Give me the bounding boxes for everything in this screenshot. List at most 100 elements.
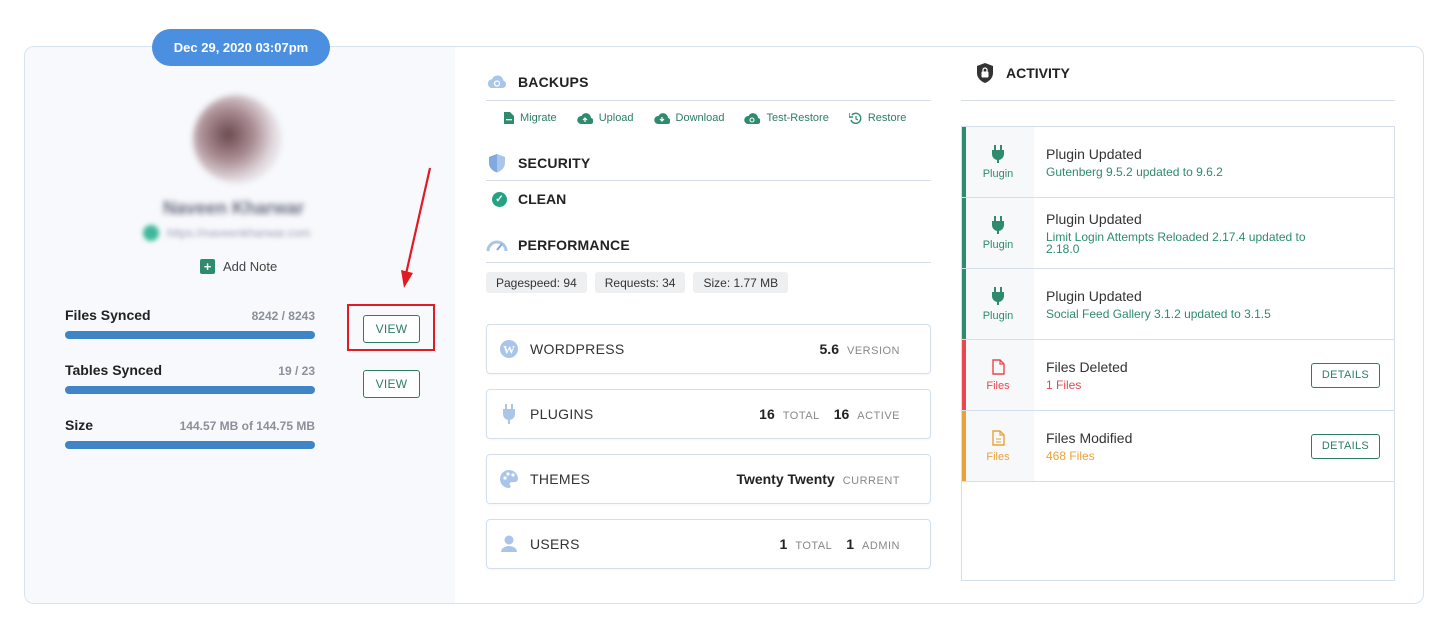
activity-title-text: Plugin Updated xyxy=(1046,211,1142,227)
size-chip: Size: 1.77 MB xyxy=(693,272,789,293)
size-bar xyxy=(65,441,315,449)
restore-button[interactable]: Restore xyxy=(848,112,907,124)
profile-name: Naveen Kharwar xyxy=(163,198,305,218)
activity-body: Plugin Updated Gutenberg 9.5.2 updated t… xyxy=(1046,146,1394,178)
activity-type-label: Files xyxy=(986,379,1010,392)
security-status: ✓ CLEAN xyxy=(492,191,566,207)
activity-title-text: Files Deleted xyxy=(1046,359,1128,375)
activity-type-label: Files xyxy=(986,450,1010,463)
activity-body: Plugin Updated Limit Login Attempts Relo… xyxy=(1046,211,1394,255)
activity-type-label: Plugin xyxy=(982,238,1014,251)
activity-item[interactable]: Plugin Plugin Updated Limit Login Attemp… xyxy=(962,198,1394,269)
activity-detail: 468 Files xyxy=(1046,449,1095,463)
cloud-sync-icon xyxy=(487,75,507,88)
view-tables-button[interactable]: VIEW xyxy=(363,370,420,398)
shield-icon xyxy=(489,154,505,173)
files-synced-stat: Files Synced 8242 / 8243 xyxy=(65,307,315,339)
download-label: Download xyxy=(675,112,725,124)
wordpress-row[interactable]: W WORDPRESS 5.6 VERSION xyxy=(486,324,931,374)
activity-stripe xyxy=(962,198,966,268)
activity-item[interactable]: Files Files Deleted 1 Files DETAILS xyxy=(962,340,1394,411)
plug-icon xyxy=(992,215,1004,234)
tables-synced-bar xyxy=(65,386,315,394)
plugins-total-label: TOTAL xyxy=(782,410,820,422)
activity-detail: Limit Login Attempts Reloaded 2.17.4 upd… xyxy=(1046,230,1306,256)
theme-current-label: CURRENT xyxy=(842,475,900,487)
upload-button[interactable]: Upload xyxy=(576,112,634,124)
email-icon xyxy=(143,225,159,241)
activity-item[interactable]: Files Files Modified 468 Files DETAILS xyxy=(962,411,1394,482)
activity-type-label: Plugin xyxy=(982,167,1014,180)
avatar xyxy=(193,95,281,183)
activity-item[interactable]: Plugin Plugin Updated Social Feed Galler… xyxy=(962,269,1394,340)
activity-divider xyxy=(961,100,1395,101)
details-button[interactable]: DETAILS xyxy=(1311,433,1380,459)
security-divider xyxy=(486,180,931,181)
users-row[interactable]: USERS 1 TOTAL 1 ADMIN xyxy=(486,519,931,569)
security-status-text: CLEAN xyxy=(518,191,567,207)
download-button[interactable]: Download xyxy=(653,112,725,124)
activity-type: Files xyxy=(962,340,1034,410)
users-admin-label: ADMIN xyxy=(862,540,900,552)
themes-title: THEMES xyxy=(530,471,591,487)
user-icon xyxy=(499,534,519,554)
restore-label: Restore xyxy=(867,112,907,124)
size-stat: Size 144.57 MB of 144.75 MB xyxy=(65,417,315,449)
activity-title: ACTIVITY xyxy=(1006,65,1070,81)
wordpress-title: WORDPRESS xyxy=(530,341,625,357)
activity-detail: Gutenberg 9.5.2 updated to 9.6.2 xyxy=(1046,165,1223,179)
details-button[interactable]: DETAILS xyxy=(1311,362,1380,388)
svg-text:W: W xyxy=(503,343,515,357)
add-note-button[interactable]: + Add Note xyxy=(200,259,277,274)
activity-type: Plugin xyxy=(962,269,1034,339)
cloud-upload-icon xyxy=(576,112,593,124)
tables-synced-label: Tables Synced xyxy=(65,362,163,378)
plugins-row[interactable]: PLUGINS 16 TOTAL 16 ACTIVE xyxy=(486,389,931,439)
restore-icon xyxy=(848,112,862,124)
activity-title-text: Plugin Updated xyxy=(1046,146,1142,162)
wordpress-version: 5.6 xyxy=(819,341,839,357)
highlight-box xyxy=(347,304,435,351)
plugins-title: PLUGINS xyxy=(530,406,594,422)
performance-chips: Pagespeed: 94 Requests: 34 Size: 1.77 MB xyxy=(486,272,789,293)
add-note-label: Add Note xyxy=(223,259,278,274)
backups-divider xyxy=(486,100,931,101)
size-value: 144.57 MB of 144.75 MB xyxy=(179,419,315,433)
performance-header: PERFORMANCE xyxy=(486,236,630,254)
performance-title: PERFORMANCE xyxy=(518,237,630,253)
plug-icon xyxy=(992,144,1004,163)
activity-body: Files Deleted 1 Files xyxy=(1046,359,1311,391)
activity-type: Plugin xyxy=(962,127,1034,197)
migrate-button[interactable]: Migrate xyxy=(504,112,557,124)
backups-title: BACKUPS xyxy=(518,74,589,90)
tables-synced-stat: Tables Synced 19 / 23 xyxy=(65,362,315,394)
users-title: USERS xyxy=(530,536,580,552)
profile-email[interactable]: https://naveenkharwar.com xyxy=(143,224,343,242)
theme-current: Twenty Twenty xyxy=(736,471,835,487)
plugins-active: 16 xyxy=(833,406,850,422)
test-restore-button[interactable]: Test-Restore xyxy=(744,112,829,124)
activity-header: ACTIVITY xyxy=(975,62,1070,84)
security-header: SECURITY xyxy=(486,153,590,173)
files-synced-label: Files Synced xyxy=(65,307,151,323)
activity-title-text: Plugin Updated xyxy=(1046,288,1142,304)
activity-item[interactable]: Plugin Plugin Updated Gutenberg 9.5.2 up… xyxy=(962,127,1394,198)
activity-type: Files xyxy=(962,411,1034,481)
pagespeed-chip: Pagespeed: 94 xyxy=(486,272,587,293)
activity-type: Plugin xyxy=(962,198,1034,268)
activity-stripe xyxy=(962,340,966,410)
plugins-active-label: ACTIVE xyxy=(857,410,900,422)
activity-stripe xyxy=(962,269,966,339)
activity-detail: Social Feed Gallery 3.1.2 updated to 3.1… xyxy=(1046,307,1271,321)
users-total: 1 xyxy=(779,536,788,552)
users-admin: 1 xyxy=(846,536,855,552)
cloud-download-icon xyxy=(653,112,670,124)
size-label: Size xyxy=(65,417,94,433)
activity-stripe xyxy=(962,411,966,481)
upload-label: Upload xyxy=(598,112,634,124)
palette-icon xyxy=(499,469,519,489)
themes-row[interactable]: THEMES Twenty Twenty CURRENT xyxy=(486,454,931,504)
cloud-sync-icon xyxy=(744,112,761,124)
requests-chip: Requests: 34 xyxy=(594,272,686,293)
plug-icon xyxy=(992,286,1004,305)
